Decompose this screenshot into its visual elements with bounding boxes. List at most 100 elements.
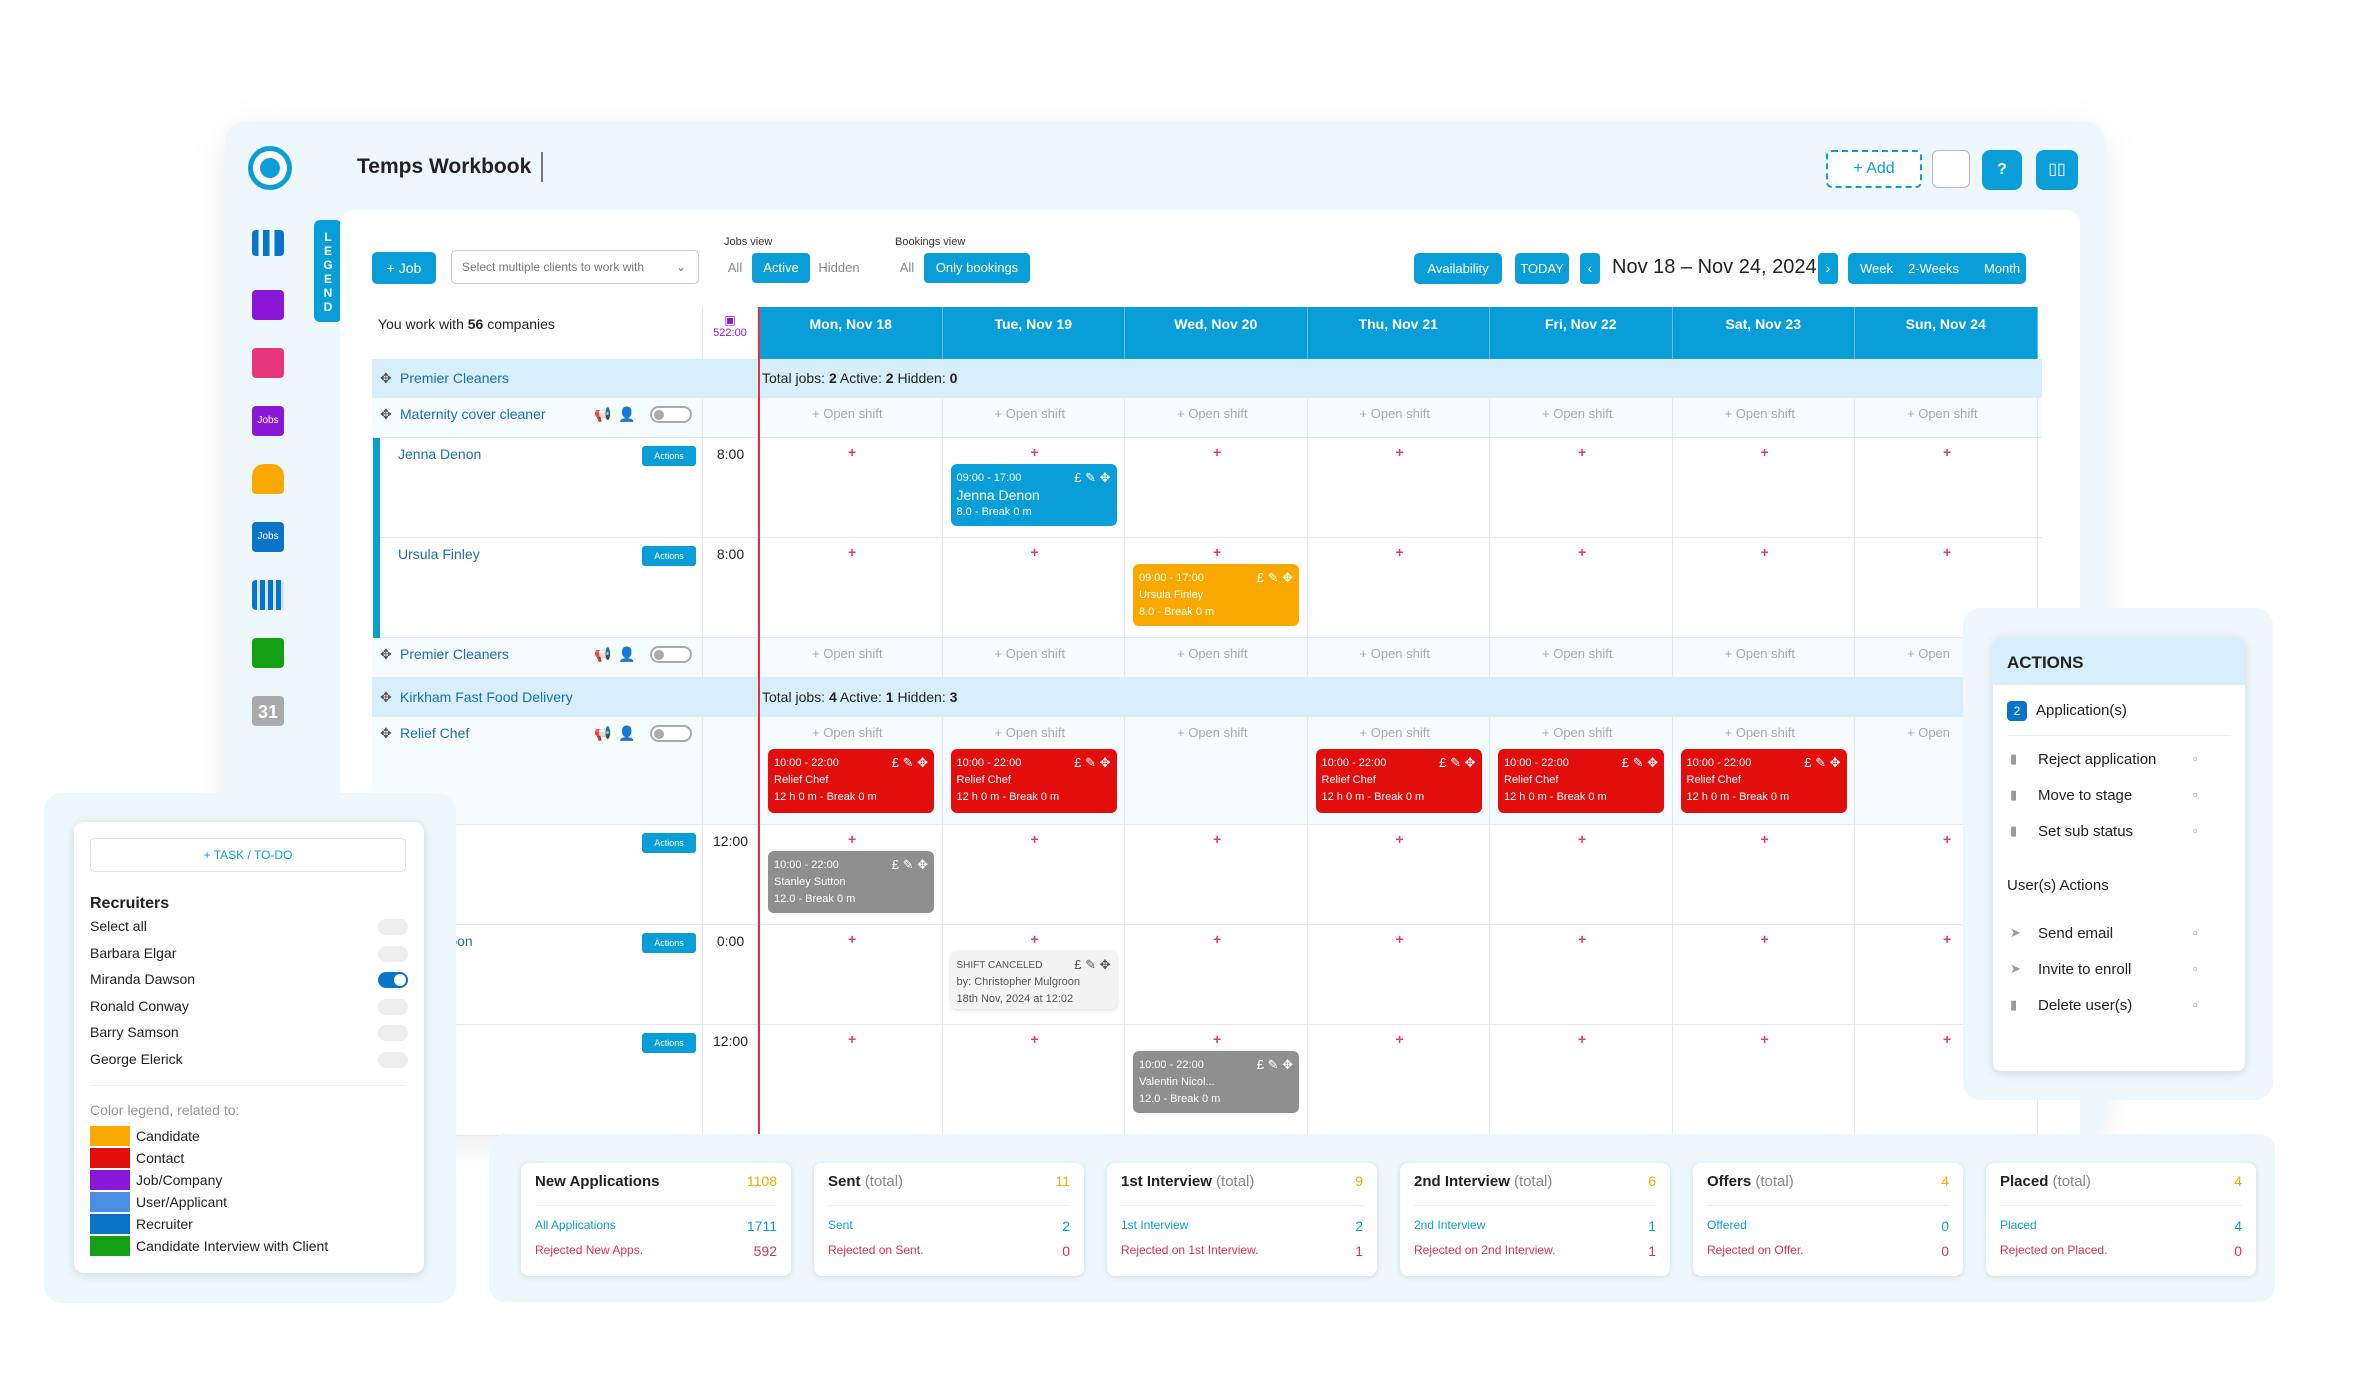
add-shift-icon[interactable]: + xyxy=(1396,831,1404,847)
shift-card[interactable]: 10:00 - 22:00 Stanley Sutton 12.0 - Break … xyxy=(768,851,934,913)
stat-card[interactable]: 2nd Interview (total) 6 2nd Interview 1 Reje… xyxy=(1400,1163,1670,1276)
add-shift-icon[interactable]: + xyxy=(1761,544,1769,560)
app-action-2[interactable]: Set sub status xyxy=(2038,823,2133,840)
day-header-0[interactable]: Mon, Nov 18 xyxy=(760,307,943,359)
shift-action-icons[interactable]: £ ✎ ✥ xyxy=(1622,754,1658,771)
group-name[interactable]: Premier Cleaners xyxy=(400,370,509,386)
actions-button[interactable]: Actions xyxy=(642,1033,696,1053)
recruiter-toggle[interactable] xyxy=(378,1025,408,1041)
add-shift-icon[interactable]: + xyxy=(1031,1031,1039,1047)
open-shift-link[interactable]: + Open shift xyxy=(1542,725,1612,740)
add-shift-icon[interactable]: + xyxy=(1213,931,1221,947)
add-shift-icon[interactable]: + xyxy=(1943,1031,1951,1047)
stat-card[interactable]: Offers (total) 4 Offered 0 Rejected on Offer… xyxy=(1693,1163,1963,1276)
next-week-button[interactable]: › xyxy=(1818,253,1838,284)
megaphone-icon[interactable]: 📢 xyxy=(594,646,611,663)
shift-action-icons[interactable]: £ ✎ ✥ xyxy=(892,754,928,771)
add-shift-icon[interactable]: + xyxy=(1578,544,1586,560)
add-person-icon[interactable]: 👤 xyxy=(618,646,635,663)
shift-card[interactable]: 09:00 - 17:00 Ursula Finley 8.0 - Break 0 … xyxy=(1133,564,1299,626)
stat-primary-label[interactable]: Sent xyxy=(828,1218,853,1232)
add-shift-icon[interactable]: + xyxy=(1578,831,1586,847)
megaphone-icon[interactable]: 📢 xyxy=(594,725,611,742)
stat-rejected-label[interactable]: Rejected on Placed. xyxy=(2000,1243,2107,1257)
add-task-button[interactable]: + TASK / TO-DO xyxy=(90,838,406,872)
recruiter-toggle[interactable] xyxy=(378,972,408,988)
info-icon[interactable]: ▫ xyxy=(2193,751,2198,766)
drag-handle-icon[interactable]: ✥ xyxy=(380,646,392,663)
recruiter-name[interactable]: Ronald Conway xyxy=(90,998,189,1014)
add-shift-icon[interactable]: + xyxy=(1031,831,1039,847)
add-shift-icon[interactable]: + xyxy=(1396,444,1404,460)
open-shift-link[interactable]: + Open shift xyxy=(1725,406,1795,421)
user-action-1[interactable]: Invite to enroll xyxy=(2038,961,2131,978)
info-icon[interactable]: ▫ xyxy=(2193,961,2198,976)
actions-button[interactable]: Actions xyxy=(642,833,696,853)
recruiter-name[interactable]: Select all xyxy=(90,918,147,934)
stat-primary-label[interactable]: All Applications xyxy=(535,1218,616,1232)
add-shift-icon[interactable]: + xyxy=(1761,1031,1769,1047)
bookings-view-only[interactable]: Only bookings xyxy=(924,253,1030,283)
add-shift-icon[interactable]: + xyxy=(1578,444,1586,460)
app-action-1[interactable]: Move to stage xyxy=(2038,787,2132,804)
job-name[interactable]: Maternity cover cleaner xyxy=(400,406,546,422)
add-shift-icon[interactable]: + xyxy=(1213,544,1221,560)
shift-card[interactable]: 10:00 - 22:00 Relief Chef 12 h 0 m - Break… xyxy=(950,749,1117,813)
add-shift-icon[interactable]: + xyxy=(1396,1031,1404,1047)
recruiter-toggle[interactable] xyxy=(378,998,408,1015)
stat-card[interactable]: Placed (total) 4 Placed 4 Rejected on Placed… xyxy=(1986,1163,2256,1276)
stat-primary-label[interactable]: 2nd Interview xyxy=(1414,1218,1485,1232)
day-header-5[interactable]: Sat, Nov 23 xyxy=(1672,307,1855,359)
open-shift-link[interactable]: + Open shift xyxy=(1360,725,1430,740)
group-name[interactable]: Kirkham Fast Food Delivery xyxy=(400,689,573,705)
open-shift-link[interactable]: + Open shift xyxy=(1542,406,1612,421)
stat-rejected-label[interactable]: Rejected on 1st Interview. xyxy=(1121,1243,1258,1257)
shift-card[interactable]: SHIFT CANCELED by: Christopher Mulgroon 18… xyxy=(950,951,1117,1009)
range-week[interactable]: Week xyxy=(1860,253,1893,284)
add-shift-icon[interactable]: + xyxy=(1761,831,1769,847)
add-shift-icon[interactable]: + xyxy=(848,1031,856,1047)
stat-primary-label[interactable]: Placed xyxy=(2000,1218,2037,1232)
client-select[interactable]: Select multiple clients to work with ⌄ xyxy=(451,250,699,284)
add-shift-icon[interactable]: + xyxy=(1943,831,1951,847)
add-shift-icon[interactable]: + xyxy=(1396,544,1404,560)
user-action-0[interactable]: Send email xyxy=(2038,925,2113,942)
app-logo-icon[interactable] xyxy=(248,146,292,190)
job-candidates-icon[interactable]: Jobs xyxy=(252,522,284,552)
add-shift-icon[interactable]: + xyxy=(1031,544,1039,560)
prev-week-button[interactable]: ‹ xyxy=(1580,253,1600,284)
bookings-view-all[interactable]: All xyxy=(890,253,924,283)
range-2weeks[interactable]: 2-Weeks xyxy=(1908,253,1959,284)
help-icon[interactable]: ? xyxy=(1982,150,2022,190)
actions-button[interactable]: Actions xyxy=(642,546,696,566)
open-shift-link[interactable]: + Open shift xyxy=(1360,406,1430,421)
shift-card[interactable]: 10:00 - 22:00 Relief Chef 12 h 0 m - Break… xyxy=(768,749,934,813)
shift-action-icons[interactable]: £ ✎ ✥ xyxy=(892,856,928,873)
shift-card[interactable]: 10:00 - 22:00 Relief Chef 12 h 0 m - Break… xyxy=(1498,749,1664,813)
info-icon[interactable]: ▫ xyxy=(2193,925,2198,940)
add-shift-icon[interactable]: + xyxy=(1213,831,1221,847)
app-action-0[interactable]: Reject application xyxy=(2038,751,2156,768)
open-shift-link[interactable]: + Open shift xyxy=(1177,725,1247,740)
open-shift-link[interactable]: + Open shift xyxy=(1177,646,1247,661)
add-shift-icon[interactable]: + xyxy=(1578,1031,1586,1047)
add-shift-icon[interactable]: + xyxy=(1943,444,1951,460)
add-shift-icon[interactable]: + xyxy=(1031,444,1039,460)
stat-card[interactable]: New Applications 1108 All Applications 171… xyxy=(521,1163,791,1276)
stat-primary-label[interactable]: 1st Interview xyxy=(1121,1218,1188,1232)
open-shift-link[interactable]: + Open shift xyxy=(995,406,1065,421)
open-shift-link[interactable]: + Open shift xyxy=(812,406,882,421)
info-icon[interactable]: ▫ xyxy=(2193,787,2198,802)
day-header-3[interactable]: Thu, Nov 21 xyxy=(1307,307,1490,359)
add-shift-icon[interactable]: + xyxy=(848,444,856,460)
stat-primary-label[interactable]: Offered xyxy=(1707,1218,1747,1232)
person-name[interactable]: Jenna Denon xyxy=(398,446,481,462)
contacts-building-icon[interactable] xyxy=(252,348,284,378)
open-shift-link[interactable]: + Open shift xyxy=(812,646,882,661)
add-person-icon[interactable]: 👤 xyxy=(618,725,635,742)
day-header-1[interactable]: Tue, Nov 19 xyxy=(942,307,1125,359)
shift-card[interactable]: 09:00 - 17:00 Jenna Denon 8.0 - Break 0 m £… xyxy=(950,464,1117,526)
shift-card[interactable]: 10:00 - 22:00 Relief Chef 12 h 0 m - Break… xyxy=(1315,749,1482,813)
open-shift-link[interactable]: + Open shift xyxy=(1725,725,1795,740)
shift-action-icons[interactable]: £ ✎ ✥ xyxy=(1074,754,1110,771)
